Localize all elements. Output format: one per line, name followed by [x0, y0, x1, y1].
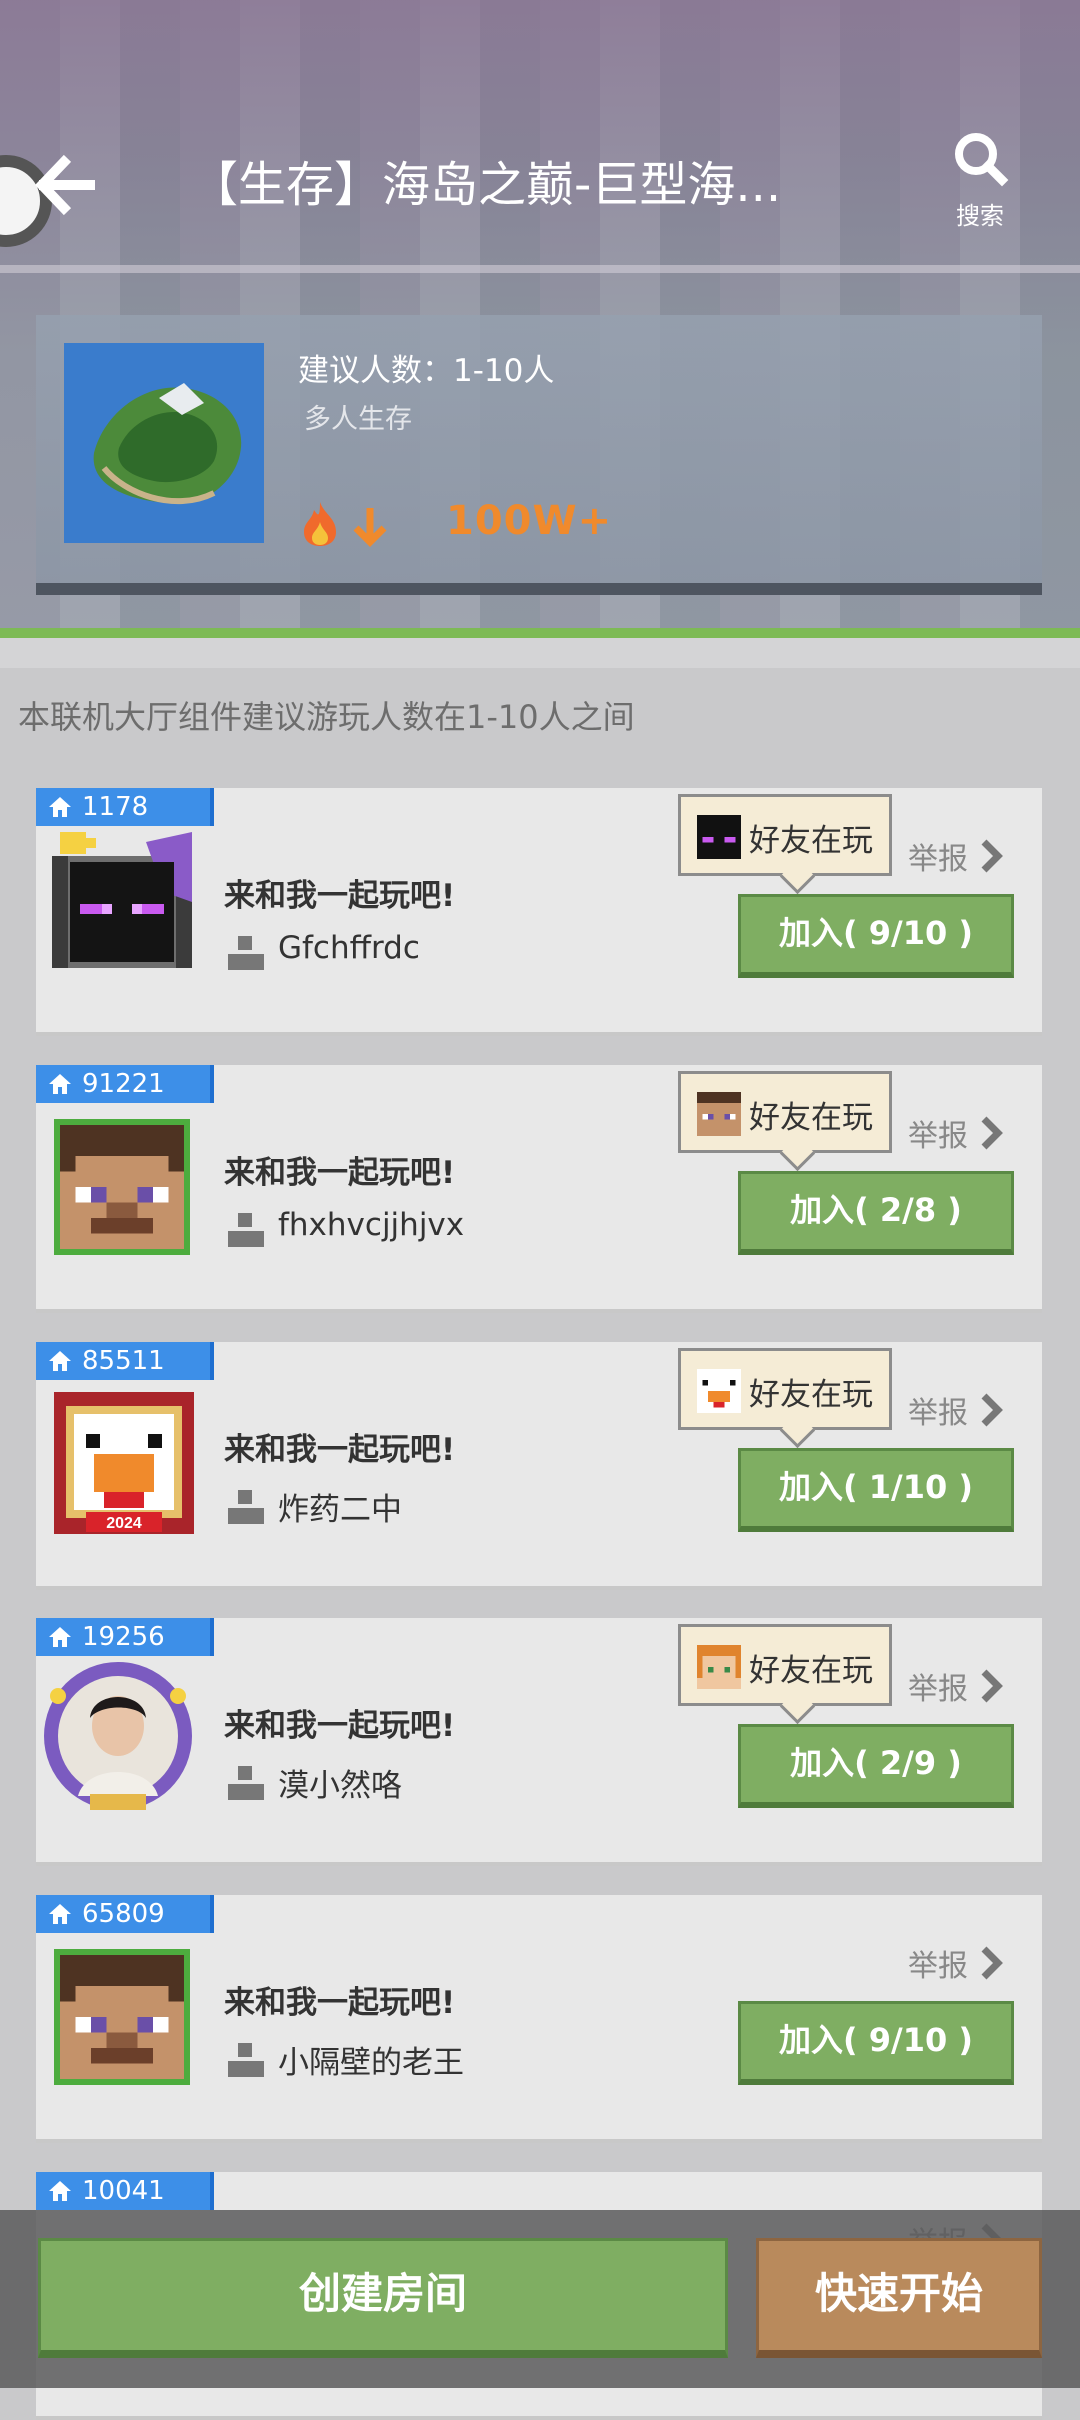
room-id-badge: 85511 [36, 1342, 214, 1380]
house-icon [49, 1627, 71, 1647]
chevron-right-icon[interactable] [976, 1943, 1006, 1983]
house-icon [49, 1904, 71, 1924]
join-button[interactable]: 加入( 9/10 ) [738, 2001, 1014, 2085]
search-label: 搜索 [956, 202, 1004, 230]
host-name: fhxhvcjjhjvx [278, 1207, 465, 1243]
user-icon [228, 936, 264, 970]
room-id: 65809 [82, 1899, 165, 1929]
friend-playing-tag: 好友在玩 [678, 1624, 892, 1706]
report-link[interactable]: 举报 [908, 1941, 968, 1985]
enderman-face-icon [697, 815, 741, 859]
room-id-badge: 10041 [36, 2172, 214, 2210]
host-name: 炸药二中 [278, 1492, 402, 1528]
house-icon [49, 1074, 71, 1094]
friend-playing-label: 好友在玩 [749, 1653, 873, 1689]
report-link[interactable]: 举报 [908, 834, 968, 878]
room-id: 1178 [82, 792, 149, 822]
fire-icon [304, 502, 336, 546]
join-button[interactable]: 加入( 1/10 ) [738, 1448, 1014, 1532]
user-icon [228, 1766, 264, 1800]
room-card[interactable]: 85511 2024 来和我一起玩吧! 炸药二中 好友在玩 举报 加入( 1/1… [36, 1342, 1042, 1590]
section-gap [0, 638, 1080, 668]
user-icon [228, 1490, 264, 1524]
room-name: 来和我一起玩吧! [224, 1432, 456, 1468]
bottom-action-bar: 创建房间 快速开始 [0, 2210, 1080, 2388]
recommend-players: 建议人数：1-10人 [298, 353, 555, 389]
page-title: 【生存】海岛之巅-巨型海... [190, 157, 782, 213]
quick-start-button[interactable]: 快速开始 [756, 2238, 1042, 2358]
green-divider [0, 628, 1080, 638]
search-button[interactable]: 搜索 [940, 128, 1020, 230]
friend-playing-tag: 好友在玩 [678, 1348, 892, 1430]
user-icon [228, 2043, 264, 2077]
room-id-badge: 19256 [36, 1618, 214, 1656]
create-room-button[interactable]: 创建房间 [38, 2238, 728, 2358]
alex-face-icon [697, 1645, 741, 1689]
report-link[interactable]: 举报 [908, 1111, 968, 1155]
map-info-card[interactable]: 建议人数：1-10人 多人生存 100W+ [36, 315, 1042, 595]
room-name: 来和我一起玩吧! [224, 878, 456, 914]
report-link[interactable]: 举报 [908, 1388, 968, 1432]
room-id: 85511 [82, 1346, 165, 1376]
friend-playing-tag: 好友在玩 [678, 1071, 892, 1153]
photo-avatar [44, 1662, 192, 1810]
arrow-left-icon [35, 154, 95, 216]
steve-avatar [54, 1949, 190, 2085]
map-thumbnail [64, 343, 264, 543]
friend-playing-label: 好友在玩 [749, 823, 873, 859]
host-name: 小隔壁的老王 [278, 2045, 464, 2081]
search-icon [955, 133, 1009, 187]
chicken-avatar: 2024 [54, 1392, 194, 1534]
game-mode: 多人生存 [304, 404, 412, 435]
room-card[interactable]: 19256 来和我一起玩吧! 漠小然咯 好友在玩 举报 加入( 2/9 ) [36, 1618, 1042, 1866]
enderman-avatar [52, 832, 192, 978]
room-name: 来和我一起玩吧! [224, 1708, 456, 1744]
house-icon [49, 797, 71, 817]
host-name: Gfchffrdc [278, 930, 420, 966]
report-link[interactable]: 举报 [908, 1664, 968, 1708]
chevron-right-icon[interactable] [976, 1666, 1006, 1706]
room-card[interactable]: 65809 来和我一起玩吧! 小隔壁的老王 举报 加入( 9/10 ) [36, 1895, 1042, 2143]
chevron-right-icon[interactable] [976, 836, 1006, 876]
steve-face-icon [697, 1092, 741, 1136]
back-button[interactable] [20, 140, 120, 230]
user-icon [228, 1213, 264, 1247]
chevron-right-icon[interactable] [976, 1113, 1006, 1153]
room-id-badge: 91221 [36, 1065, 214, 1103]
room-id-badge: 1178 [36, 788, 214, 826]
room-card[interactable]: 91221 来和我一起玩吧! fhxhvcjjhjvx 好友在玩 举报 加入( … [36, 1065, 1042, 1313]
room-id: 91221 [82, 1069, 165, 1099]
player-count-notice: 本联机大厅组件建议游玩人数在1-10人之间 [18, 698, 635, 736]
join-button[interactable]: 加入( 2/8 ) [738, 1171, 1014, 1255]
room-card[interactable]: 1178 来和我一起玩吧! Gfchffrdc 好友在玩 举报 加入( 9/10… [36, 788, 1042, 1036]
room-id-badge: 65809 [36, 1895, 214, 1933]
steve-avatar [54, 1119, 190, 1255]
popularity-count: 100W+ [446, 498, 613, 544]
join-button[interactable]: 加入( 9/10 ) [738, 894, 1014, 978]
house-icon [49, 1351, 71, 1371]
svg-text:2024: 2024 [106, 1515, 142, 1532]
room-name: 来和我一起玩吧! [224, 1985, 456, 2021]
friend-playing-label: 好友在玩 [749, 1100, 873, 1136]
room-id: 19256 [82, 1622, 165, 1652]
chicken-face-icon [697, 1369, 741, 1413]
chevron-right-icon[interactable] [976, 1390, 1006, 1430]
house-icon [49, 2181, 71, 2201]
join-button[interactable]: 加入( 2/9 ) [738, 1724, 1014, 1808]
friend-playing-tag: 好友在玩 [678, 794, 892, 876]
host-name: 漠小然咯 [278, 1768, 402, 1804]
header-divider [0, 265, 1080, 273]
room-id: 10041 [82, 2176, 165, 2206]
room-name: 来和我一起玩吧! [224, 1155, 456, 1191]
friend-playing-label: 好友在玩 [749, 1377, 873, 1413]
arrow-down-icon [353, 508, 387, 547]
